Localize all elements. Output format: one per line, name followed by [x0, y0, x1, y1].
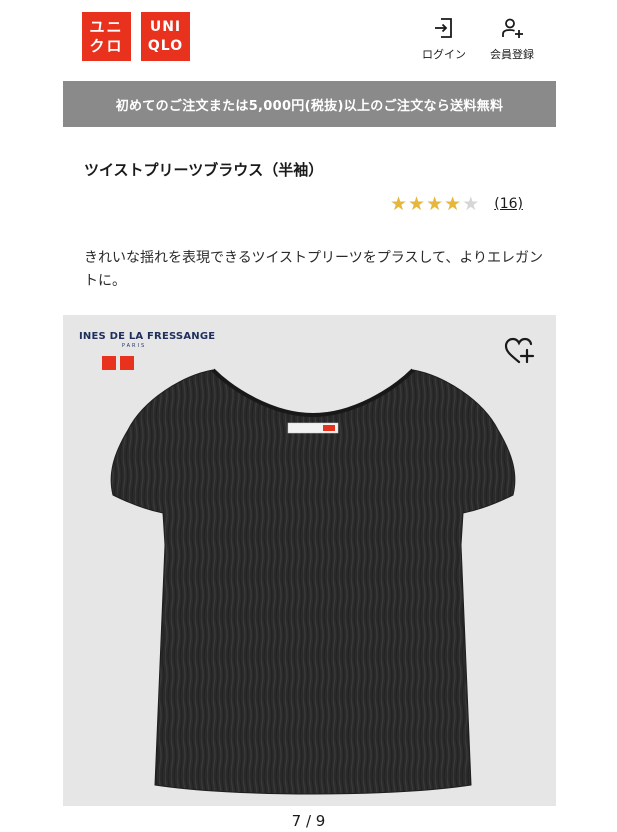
- rating-stars: ★ ★ ★ ★ ★: [390, 194, 480, 214]
- site-header: ユニ クロ UNI QLO ログイン 会員登録: [0, 0, 617, 80]
- star-icon: ★: [408, 193, 426, 215]
- logo-katakana-top: ユニ: [89, 17, 124, 36]
- star-icon: ★: [426, 193, 444, 215]
- logo-katakana-bottom: クロ: [89, 36, 124, 55]
- product-rating: ★ ★ ★ ★ ★ (16): [390, 194, 523, 214]
- star-icon: ★: [390, 193, 408, 215]
- logo-latin-top: UNI: [149, 19, 182, 35]
- free-shipping-banner[interactable]: 初めてのご注文または5,000円(税抜)以上のご注文なら送料無料: [63, 81, 556, 127]
- register-button[interactable]: 会員登録: [484, 16, 540, 68]
- product-title: ツイストプリーツブラウス（半袖）: [84, 161, 324, 179]
- review-count-link[interactable]: (16): [494, 196, 523, 212]
- blouse-photo: [110, 368, 516, 795]
- product-description: きれいな揺れを表現できるツイストプリーツをプラスして、よりエレガントに。: [84, 250, 544, 289]
- star-icon: ★: [444, 193, 462, 215]
- logo-latin-bottom: QLO: [147, 38, 184, 54]
- image-pager: 7 / 9: [291, 812, 326, 830]
- star-empty-icon: ★: [462, 193, 480, 215]
- register-label: 会員登録: [490, 48, 534, 61]
- banner-text: 初めてのご注文または5,000円(税抜)以上のご注文なら送料無料: [115, 98, 504, 114]
- brand-name: INES DE LA FRESSANGE: [79, 331, 216, 342]
- review-count: (16): [494, 196, 523, 212]
- login-button[interactable]: ログイン: [416, 16, 472, 68]
- uniqlo-logo-katakana[interactable]: ユニ クロ: [82, 12, 131, 61]
- product-image[interactable]: INES DE LA FRESSANGE PARIS: [63, 315, 556, 806]
- uniqlo-logo-latin[interactable]: UNI QLO: [141, 12, 190, 61]
- login-label: ログイン: [422, 48, 466, 61]
- login-icon: [435, 18, 452, 38]
- add-user-icon: [502, 18, 523, 38]
